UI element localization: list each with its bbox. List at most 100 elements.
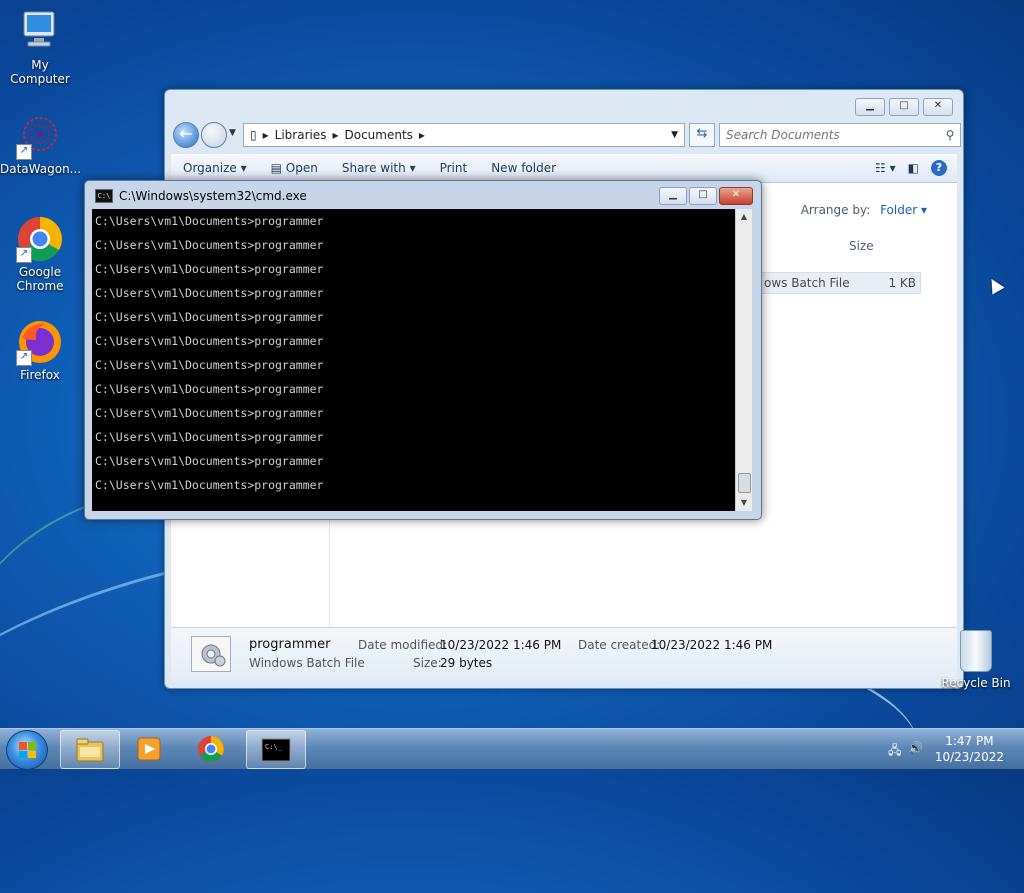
- back-button[interactable]: ←: [173, 122, 199, 148]
- cmd-title-bar[interactable]: C:\ C:\Windows\system32\cmd.exe: [95, 189, 307, 203]
- mouse-cursor-icon: [985, 275, 1005, 295]
- search-icon[interactable]: ⚲: [940, 128, 960, 142]
- taskbar-explorer[interactable]: [60, 730, 120, 769]
- minimize-button[interactable]: ▁: [659, 187, 687, 205]
- close-button[interactable]: ✕: [719, 187, 753, 205]
- clock-time: 1:47 PM: [945, 734, 994, 748]
- maximize-button[interactable]: □: [889, 98, 919, 116]
- scroll-down-icon[interactable]: ▼: [736, 495, 752, 511]
- change-view-icon[interactable]: ☷ ▾: [875, 161, 896, 175]
- details-file-type: Windows Batch File: [249, 656, 365, 670]
- clock[interactable]: 1:47 PM 10/23/2022: [935, 733, 1004, 765]
- desktop-icon-label: Firefox: [20, 368, 60, 382]
- print-button[interactable]: Print: [428, 161, 480, 175]
- console-line: C:\Users\vm1\Documents>programmer: [95, 382, 324, 396]
- navigation-bar: ← ▼ ▯ ▸ Libraries ▸ Documents ▸ ▼ ⇆ ⚲: [173, 122, 961, 148]
- breadcrumb-documents[interactable]: Documents: [345, 128, 413, 142]
- console-line: C:\Users\vm1\Documents>programmer: [95, 406, 324, 420]
- shortcut-arrow-icon: ↗: [16, 247, 32, 263]
- firefox-icon: ↗: [16, 318, 64, 366]
- desktop-icon-recycle-bin[interactable]: Recycle Bin: [940, 630, 1012, 690]
- details-pane: programmer Windows Batch File Date modif…: [171, 627, 957, 682]
- file-list-item[interactable]: ows Batch File 1 KB: [757, 272, 921, 294]
- breadcrumb-libraries[interactable]: Libraries: [275, 128, 327, 142]
- arrange-by: Arrange by: Folder ▾: [801, 203, 927, 217]
- desktop-icon-label: Recycle Bin: [941, 676, 1011, 690]
- console-line: C:\Users\vm1\Documents>programmer: [95, 214, 324, 228]
- arrange-by-dropdown[interactable]: Folder ▾: [880, 203, 927, 217]
- preview-pane-icon[interactable]: ◧: [908, 161, 919, 175]
- desktop-icon-chrome[interactable]: ↗ Google Chrome: [0, 215, 80, 293]
- address-bar[interactable]: ▯ ▸ Libraries ▸ Documents ▸ ▼: [243, 123, 685, 147]
- taskbar-cmd[interactable]: C:\_: [246, 730, 306, 769]
- column-header-size[interactable]: Size: [849, 239, 874, 253]
- desktop-icon-label: Google Chrome: [16, 265, 64, 293]
- open-button[interactable]: ▤ Open: [259, 161, 330, 175]
- date-modified-value: 10/23/2022 1:46 PM: [440, 638, 562, 652]
- desktop-icon-label: My Computer: [10, 58, 70, 86]
- organize-menu[interactable]: Organize ▾: [171, 161, 259, 175]
- console-line: C:\Users\vm1\Documents>programmer: [95, 334, 324, 348]
- scroll-thumb[interactable]: [738, 473, 751, 493]
- desktop-icon-label: DataWagon...: [0, 162, 82, 176]
- volume-icon[interactable]: 🔊: [908, 741, 924, 755]
- cmd-icon: C:\_: [261, 736, 291, 764]
- refresh-button[interactable]: ⇆: [689, 123, 715, 147]
- taskbar-chrome[interactable]: [182, 730, 240, 767]
- console-line: C:\Users\vm1\Documents>programmer: [95, 478, 324, 492]
- batch-file-icon: [191, 636, 231, 672]
- help-icon[interactable]: ?: [931, 160, 947, 176]
- shortcut-arrow-icon: ↗: [16, 144, 32, 160]
- date-modified-label: Date modified:: [358, 638, 448, 652]
- search-input[interactable]: [720, 127, 940, 143]
- console-line: C:\Users\vm1\Documents>programmer: [95, 358, 324, 372]
- console-line: C:\Users\vm1\Documents>programmer: [95, 454, 324, 468]
- size-label: Size:: [413, 656, 442, 670]
- network-icon[interactable]: 🖧: [888, 741, 904, 757]
- recent-pages-dropdown[interactable]: ▼: [229, 128, 236, 138]
- shortcut-arrow-icon: ↗: [16, 350, 32, 366]
- desktop-icon-my-computer[interactable]: My Computer: [0, 8, 80, 86]
- date-created-label: Date created:: [578, 638, 661, 652]
- media-player-icon: [134, 735, 164, 763]
- console-line: C:\Users\vm1\Documents>programmer: [95, 238, 324, 252]
- system-tray: 🖧 🔊 1:47 PM 10/23/2022: [874, 729, 1024, 769]
- close-button[interactable]: ✕: [923, 98, 953, 116]
- refresh-icon: ⇆: [696, 126, 708, 141]
- chrome-icon: ↗: [16, 215, 64, 263]
- explorer-caption-buttons: ▁ □ ✕: [855, 98, 953, 116]
- console-line: C:\Users\vm1\Documents>programmer: [95, 286, 324, 300]
- command-bar: Organize ▾ ▤ Open Share with ▾ Print New…: [171, 154, 957, 183]
- chrome-icon: [196, 735, 226, 763]
- svg-text:C:\_: C:\_: [265, 743, 283, 751]
- forward-button[interactable]: [201, 122, 227, 148]
- console-line: C:\Users\vm1\Documents>programmer: [95, 310, 324, 324]
- file-size: 1 KB: [888, 276, 916, 290]
- console-line: C:\Users\vm1\Documents>programmer: [95, 262, 324, 276]
- console-output[interactable]: C:\Users\vm1\Documents>programmer C:\Use…: [92, 209, 735, 511]
- desktop-icon-datawagon[interactable]: ↗ DataWagon...: [0, 112, 82, 176]
- start-button[interactable]: [6, 730, 48, 770]
- search-box: ⚲: [719, 123, 961, 147]
- share-with-menu[interactable]: Share with ▾: [330, 161, 428, 175]
- scroll-up-icon[interactable]: ▲: [736, 209, 752, 225]
- minimize-button[interactable]: ▁: [855, 98, 885, 116]
- computer-icon: [16, 8, 64, 56]
- folder-icon: ▯: [250, 128, 257, 142]
- desktop-icon-firefox[interactable]: ↗ Firefox: [0, 318, 80, 382]
- back-arrow-icon: ←: [179, 124, 193, 143]
- console-scrollbar[interactable]: ▲ ▼: [735, 209, 752, 511]
- folder-icon: [75, 736, 105, 764]
- cmd-title: C:\Windows\system32\cmd.exe: [119, 189, 307, 203]
- chevron-right-icon: ▸: [262, 128, 269, 142]
- taskbar-media-player[interactable]: [120, 730, 178, 767]
- details-file-name: programmer: [249, 637, 331, 652]
- taskbar: C:\_ 🖧 🔊 1:47 PM 10/23/2022: [0, 728, 1024, 770]
- clock-date: 10/23/2022: [934, 750, 1004, 764]
- address-dropdown-icon[interactable]: ▼: [671, 130, 678, 140]
- maximize-button[interactable]: □: [689, 187, 717, 205]
- size-value: 29 bytes: [440, 656, 493, 670]
- open-icon: ▤: [270, 161, 282, 175]
- new-folder-button[interactable]: New folder: [479, 161, 568, 175]
- recycle-bin-icon: [960, 630, 992, 672]
